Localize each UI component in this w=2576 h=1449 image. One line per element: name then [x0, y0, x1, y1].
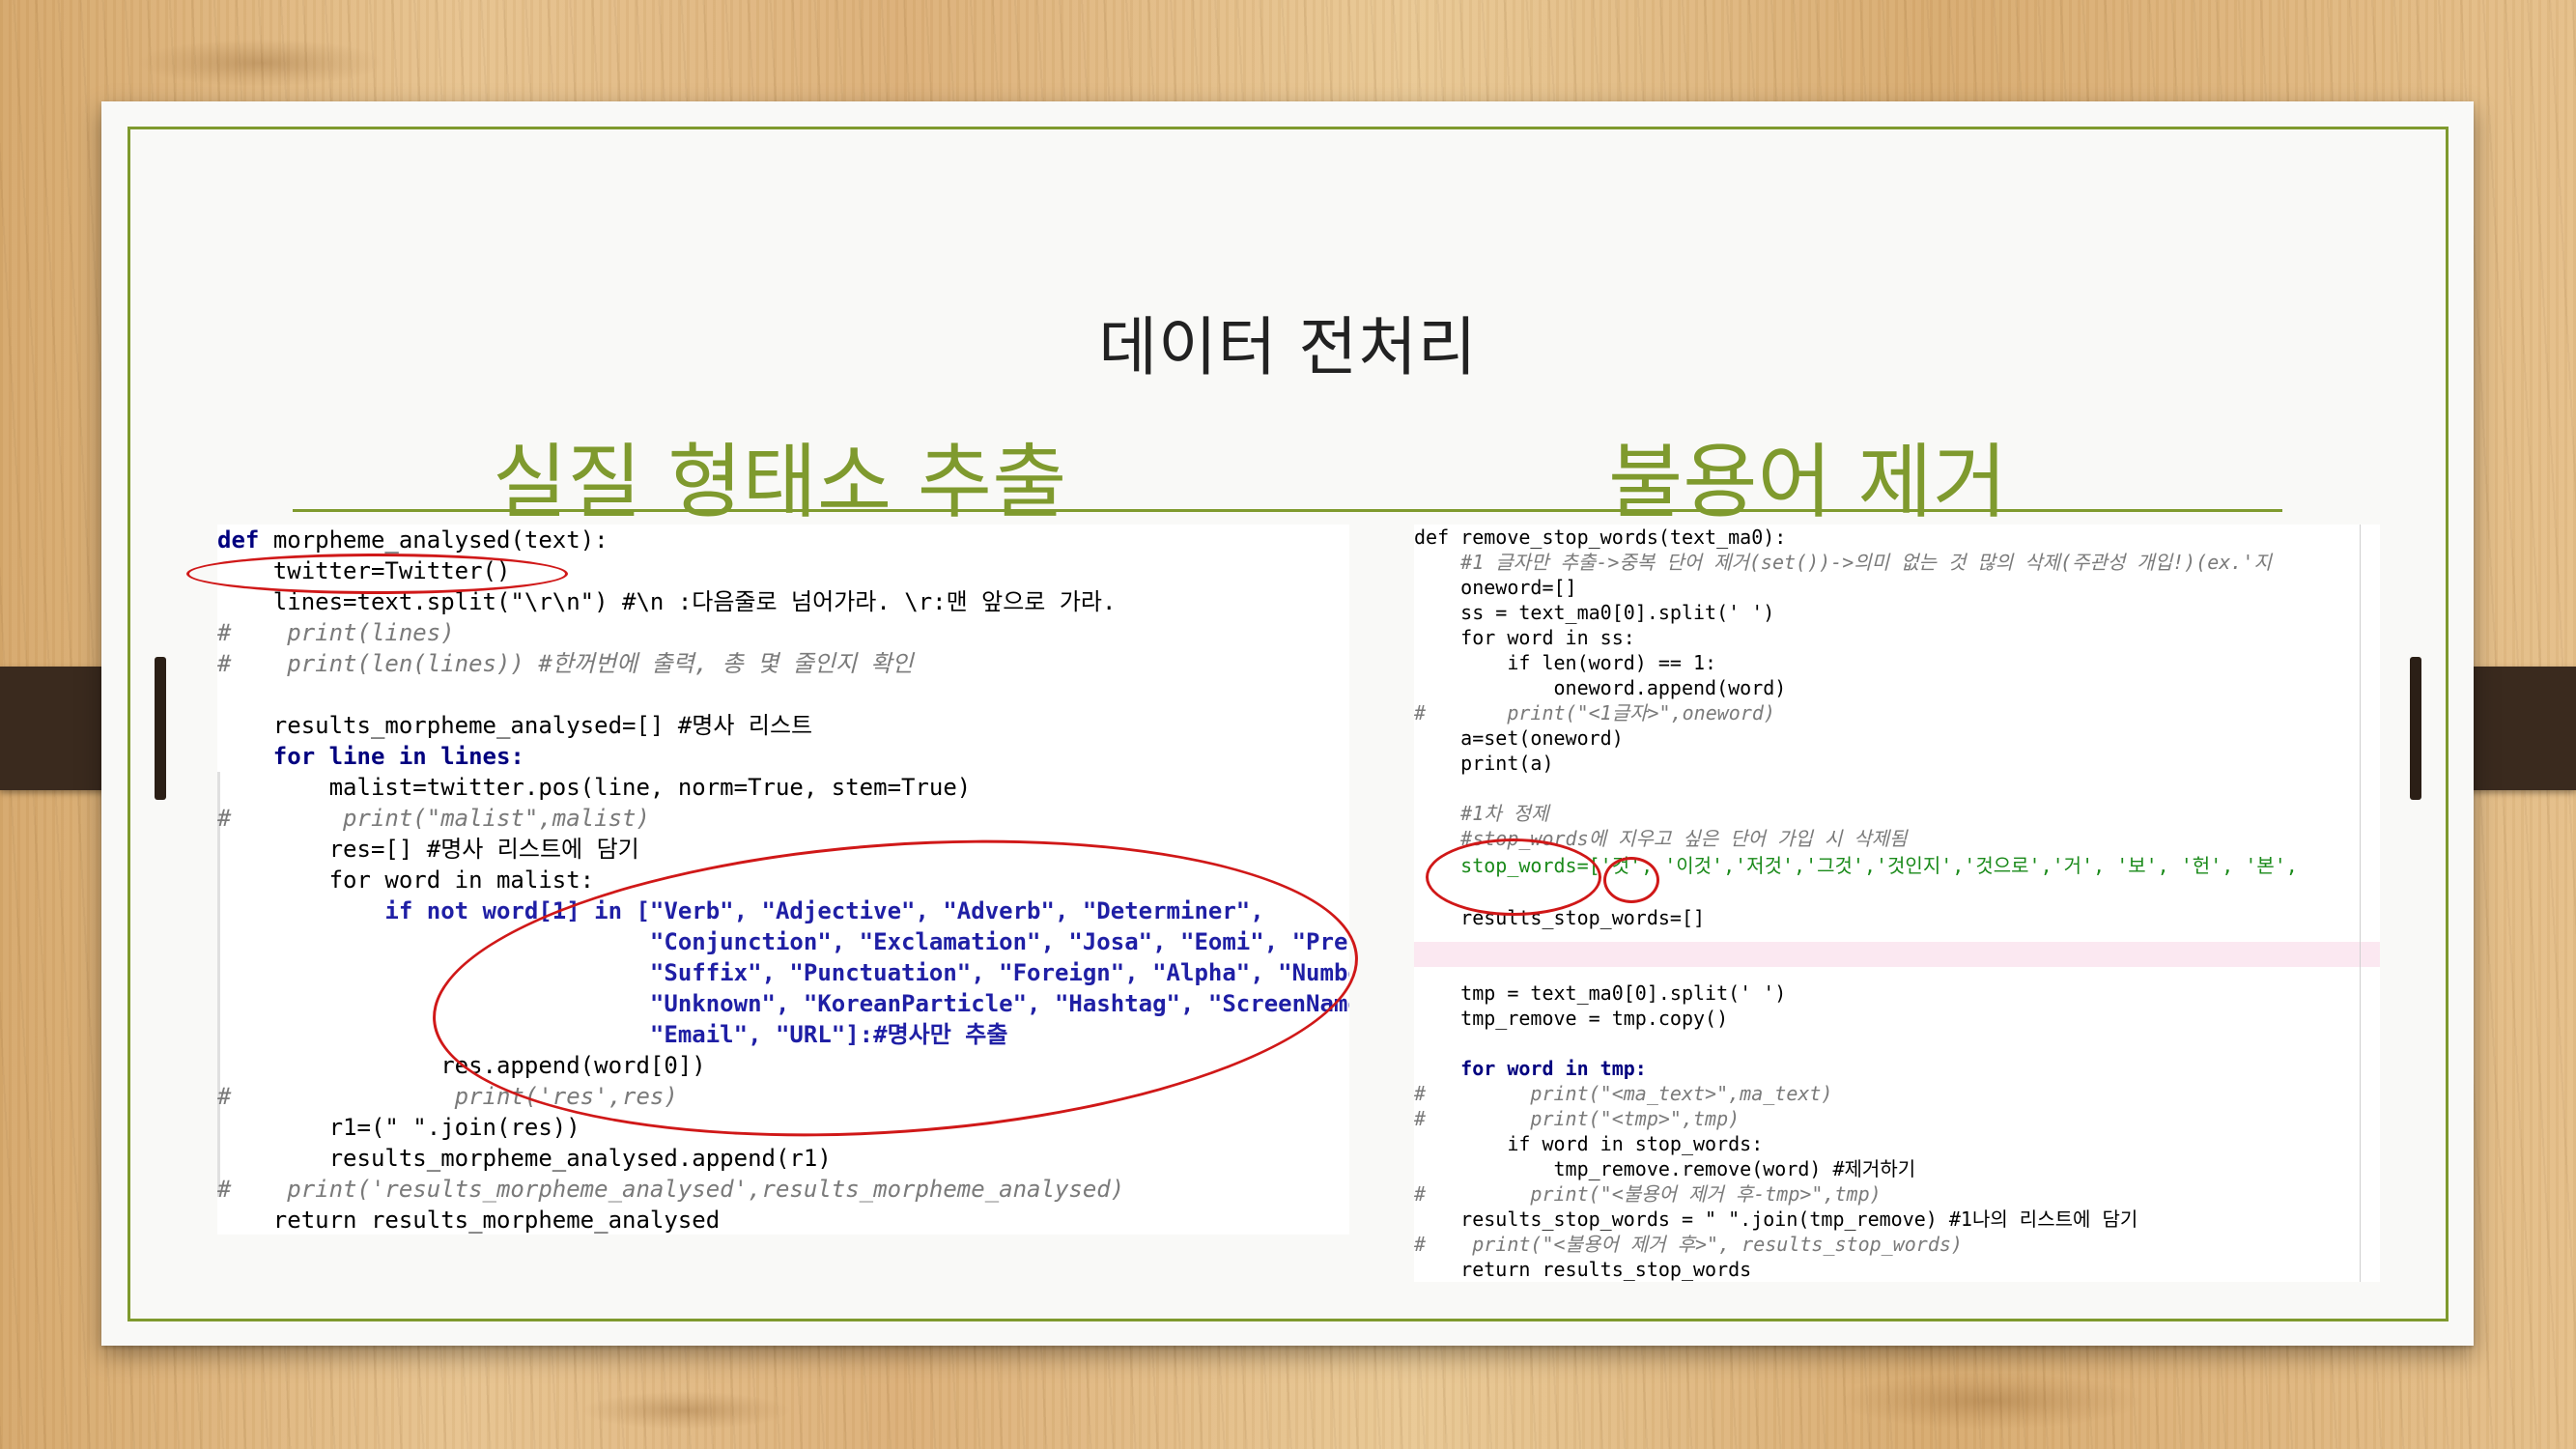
wood-grain-knot: [135, 39, 386, 87]
code-comment-line: # print("<1글자>",oneword): [1414, 701, 1775, 724]
code-line: oneword=[]: [1414, 576, 1577, 599]
code-line: for word in malist:: [217, 867, 595, 894]
wood-grain-knot: [580, 1391, 792, 1430]
code-comment-line: # print("<ma_text>",ma_text): [1414, 1082, 1833, 1105]
code-line: tmp_remove = tmp.copy(): [1414, 1007, 1729, 1030]
code-line: print(a): [1414, 752, 1554, 775]
code-comment-line: # print(len(lines)) #한꺼번에 출력, 총 몇 줄인지 확인: [217, 650, 914, 677]
code-line: def morpheme_analysed(text):: [217, 526, 609, 554]
code-comment-line: # print("<불용어 제거 후-tmp>",tmp): [1414, 1182, 1882, 1206]
code-line: results_stop_words = " ".join(tmp_remove…: [1414, 1208, 2138, 1231]
code-line: results_morpheme_analysed.append(r1): [217, 1145, 832, 1172]
code-line: def remove_stop_words(text_ma0):: [1414, 526, 1787, 549]
code-line: r1=(" ".join(res)): [217, 1114, 580, 1141]
code-comment-line: # print("malist",malist): [217, 805, 650, 832]
code-comment-line: # print(lines): [217, 619, 455, 646]
code-line: res=[] #명사 리스트에 담기: [217, 836, 639, 863]
code-line: for line in lines:: [217, 743, 524, 770]
code-line: for word in tmp:: [1414, 1057, 1647, 1080]
code-line: return results_stop_words: [1414, 1258, 1752, 1281]
twitter-highlight-ellipse: [186, 554, 568, 594]
code-comment-line: # print("<불용어 제거 후>", results_stop_words…: [1414, 1233, 1963, 1256]
heading-underline: [293, 509, 2282, 512]
highlighted-row: [1414, 942, 2380, 967]
code-line: for word in ss:: [1414, 626, 1635, 649]
code-line: oneword.append(word): [1414, 676, 1787, 699]
code-text: morpheme_analysed(text):: [272, 526, 609, 554]
code-line: tmp_remove.remove(word) #제거하기: [1414, 1157, 1916, 1180]
code-line: ss = text_ma0[0].split(' '): [1414, 601, 1775, 624]
code-line: if word in stop_words:: [1414, 1132, 1764, 1155]
code-comment-line: # print("<tmp>",tmp): [1414, 1107, 1741, 1130]
wood-grain-knot: [1835, 1372, 2144, 1430]
code-line: if len(word) == 1:: [1414, 651, 1717, 674]
slide-title: 데이터 전처리: [1098, 310, 1478, 384]
code-comment-line: # print('results_morpheme_analysed',resu…: [217, 1176, 1125, 1203]
code-line: tmp = text_ma0[0].split(' '): [1414, 981, 1787, 1005]
code-line: results_morpheme_analysed=[] #명사 리스트: [217, 712, 813, 739]
left-heading: 실질 형태소 추출: [493, 435, 1067, 529]
stop-word-item-highlight-circle: [1603, 857, 1659, 903]
code-line: a=set(oneword): [1414, 726, 1624, 750]
right-heading: 불용어 제거: [1608, 435, 2008, 529]
stop-words-highlight-ellipse: [1426, 838, 1601, 916]
code-comment-line: #1 글자만 추출->중복 단어 제거(set())->의미 없는 것 많의 삭…: [1414, 551, 2272, 574]
code-line: malist=twitter.pos(line, norm=True, stem…: [217, 774, 972, 801]
code-comment-line: #1차 정제: [1414, 802, 1549, 825]
code-line: return results_morpheme_analysed: [217, 1207, 721, 1234]
